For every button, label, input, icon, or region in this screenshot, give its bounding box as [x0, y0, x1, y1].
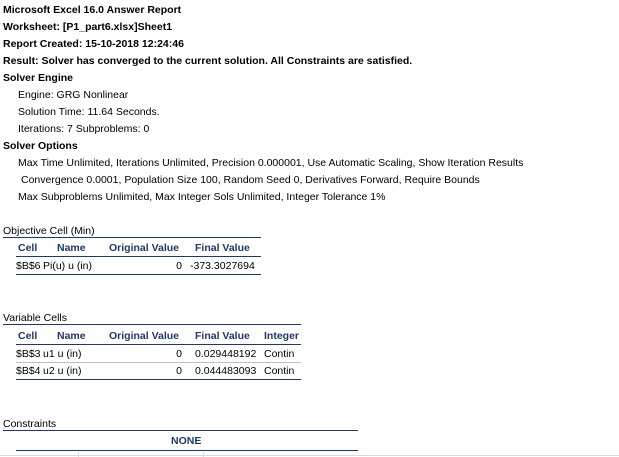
variable-row-2-original[interactable]: 0 [109, 365, 182, 377]
solver-engine-heading: Solver Engine [3, 72, 74, 84]
variables-col-name: Name [57, 330, 86, 342]
variables-top-rule [3, 324, 301, 325]
solver-options-heading: Solver Options [3, 140, 78, 152]
objective-row-cell[interactable]: $B$6 [16, 260, 43, 272]
objective-bottom-rule [16, 274, 261, 275]
report-title: Microsoft Excel 16.0 Answer Report [3, 4, 182, 16]
variable-row-1-cell[interactable]: $B$3 [16, 348, 43, 360]
variable-row-2-integer[interactable]: Contin [264, 365, 294, 377]
variable-row-2-name[interactable]: u2 u (in) [43, 365, 82, 377]
solver-options-line-1: Max Time Unlimited, Iterations Unlimited… [18, 157, 524, 169]
objective-row-name[interactable]: Pi(u) u (in) [43, 260, 92, 272]
objective-col-original: Original Value [109, 242, 180, 254]
variables-col-cell: Cell [18, 330, 38, 342]
constraints-none: NONE [171, 435, 202, 447]
variables-col-original: Original Value [109, 330, 180, 342]
solver-solution-time: Solution Time: 11.64 Seconds. [18, 106, 160, 118]
constraints-bottom-rule [16, 450, 358, 451]
report-created: Report Created: 15-10-2018 12:24:46 [3, 38, 184, 50]
constraints-heading: Constraints [3, 418, 57, 430]
variables-header-rule [16, 344, 301, 345]
variable-row-2-cell[interactable]: $B$4 [16, 365, 43, 377]
objective-col-final: Final Value [195, 242, 250, 254]
objective-row-final[interactable]: -373.3027694 [190, 260, 255, 272]
variables-row-divider [16, 362, 301, 363]
objective-heading: Objective Cell (Min) [3, 225, 95, 237]
variable-row-1-final[interactable]: 0.029448192 [195, 348, 256, 360]
objective-col-cell: Cell [18, 242, 38, 254]
variable-row-1-original[interactable]: 0 [109, 348, 182, 360]
solver-options-line-2: Convergence 0.0001, Population Size 100,… [21, 174, 480, 186]
constraints-top-rule [3, 430, 358, 431]
report-worksheet: Worksheet: [P1_part6.xlsx]Sheet1 [3, 21, 173, 33]
variables-col-final: Final Value [195, 330, 250, 342]
objective-top-rule [3, 237, 261, 238]
variable-row-2-final[interactable]: 0.044483093 [195, 365, 256, 377]
solver-iterations: Iterations: 7 Subproblems: 0 [18, 123, 150, 135]
objective-row-original[interactable]: 0 [109, 260, 182, 272]
variables-col-integer: Integer [264, 330, 300, 342]
sheet-gridline [0, 455, 619, 456]
objective-header-rule [16, 256, 261, 257]
variables-heading: Variable Cells [3, 312, 67, 324]
variable-row-1-name[interactable]: u1 u (in) [43, 348, 82, 360]
variable-row-1-integer[interactable]: Contin [264, 348, 294, 360]
sheet-gridline-col-1 [78, 452, 79, 457]
variables-bottom-rule [16, 379, 301, 380]
objective-col-name: Name [57, 242, 86, 254]
solver-options-line-3: Max Subproblems Unlimited, Max Integer S… [18, 191, 386, 203]
sheet-gridline-col-2 [203, 452, 204, 457]
report-result: Result: Solver has converged to the curr… [3, 55, 413, 67]
solver-engine-name: Engine: GRG Nonlinear [18, 89, 129, 101]
